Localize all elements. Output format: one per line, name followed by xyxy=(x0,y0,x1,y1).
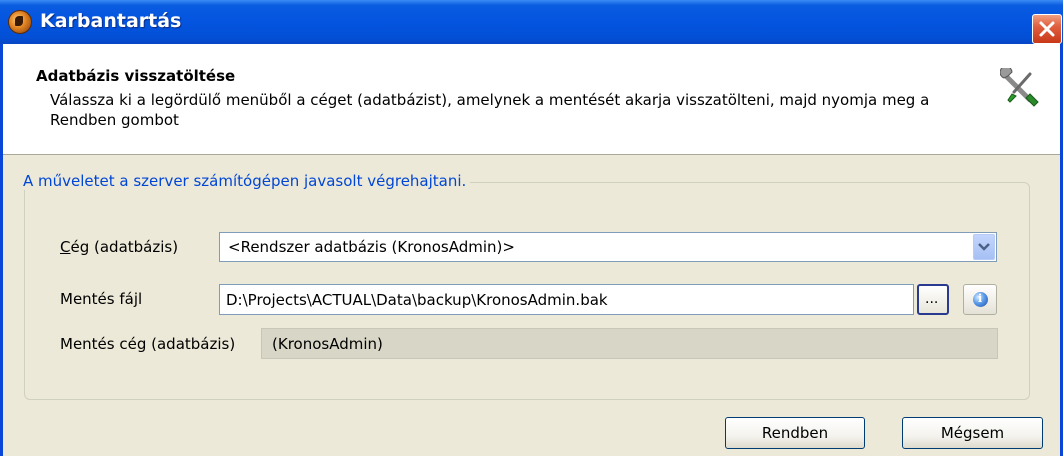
header-panel: Adatbázis visszatöltése Válassza ki a le… xyxy=(3,44,1060,155)
company-label-mnemonic: C xyxy=(60,238,71,256)
browse-button[interactable]: ... xyxy=(917,284,949,315)
backup-file-value: D:\Projects\ACTUAL\Data\backup\KronosAdm… xyxy=(226,291,608,309)
backup-company-field: (KronosAdmin) xyxy=(261,328,998,359)
dialog-window: Karbantartás Adatbázis visszatöltése Vál… xyxy=(0,0,1063,456)
backup-company-value: (KronosAdmin) xyxy=(272,335,383,353)
page-title: Adatbázis visszatöltése xyxy=(36,67,236,85)
backup-file-label: Mentés fájl xyxy=(60,290,143,308)
ok-button[interactable]: Rendben xyxy=(725,417,865,449)
cancel-button[interactable]: Mégsem xyxy=(902,417,1043,449)
dropdown-button[interactable] xyxy=(973,234,995,260)
company-select[interactable]: <Rendszer adatbázis (KronosAdmin)> xyxy=(219,232,997,262)
company-label: Cég (adatbázis) xyxy=(60,238,178,256)
close-button[interactable] xyxy=(1032,14,1062,44)
window-title: Karbantartás xyxy=(40,10,182,32)
close-icon xyxy=(1039,21,1055,37)
backup-file-input[interactable]: D:\Projects\ACTUAL\Data\backup\KronosAdm… xyxy=(219,284,914,315)
app-icon xyxy=(8,10,32,34)
wrench-screwdriver-icon xyxy=(1000,68,1039,107)
browse-button-label: ... xyxy=(925,291,939,307)
company-select-value: <Rendszer adatbázis (KronosAdmin)> xyxy=(228,238,515,256)
company-label-text: ég (adatbázis) xyxy=(70,238,179,256)
chevron-down-icon xyxy=(978,243,990,251)
group-caption: A műveletet a szerver számítógépen javas… xyxy=(19,172,471,190)
page-description: Válassza ki a legördülő menüből a céget … xyxy=(50,91,930,129)
info-button[interactable] xyxy=(963,284,997,315)
info-icon xyxy=(973,292,988,307)
title-bar[interactable]: Karbantartás xyxy=(0,0,1063,44)
backup-company-label: Mentés cég (adatbázis) xyxy=(60,335,236,353)
